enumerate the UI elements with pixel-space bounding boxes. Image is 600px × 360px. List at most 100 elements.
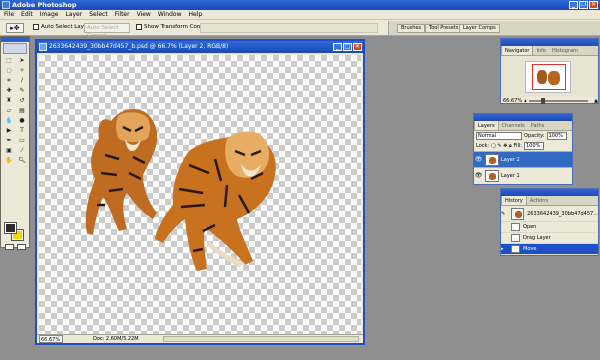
move-tool-icon[interactable]: ➤	[16, 56, 28, 65]
document-minimize-icon[interactable]: _	[333, 43, 342, 51]
navigator-thumbnail[interactable]	[525, 61, 571, 93]
tab-history[interactable]: History	[501, 196, 527, 205]
navigator-zoom-value[interactable]: 66.67%	[503, 98, 522, 104]
history-item-open[interactable]: Open	[501, 222, 598, 233]
gradient-tool-icon[interactable]: ▤	[16, 106, 28, 115]
standard-mode-icon[interactable]	[5, 244, 14, 250]
fill-field[interactable]: 100%	[524, 142, 544, 150]
auto-select-layer-option[interactable]: Auto Select Layer	[33, 24, 90, 30]
blur-tool-icon[interactable]: 💧	[3, 116, 15, 125]
auto-select-groups-option: Auto Select Groups	[84, 23, 130, 39]
menu-file[interactable]: File	[2, 10, 19, 19]
palette-well-tab-brushes[interactable]: Brushes	[397, 24, 426, 33]
auto-select-layer-label: Auto Select Layer	[41, 24, 90, 30]
dodge-tool-icon[interactable]: ●	[16, 116, 28, 125]
blend-mode-select[interactable]: Normal	[476, 132, 522, 140]
tab-layers[interactable]: Layers	[474, 121, 499, 130]
history-item-drag-layer[interactable]: Drag Layer	[501, 233, 598, 244]
show-transform-controls-checkbox[interactable]	[136, 24, 142, 30]
tab-histogram[interactable]: Histogram	[549, 46, 581, 55]
tab-actions[interactable]: Actions	[527, 196, 551, 205]
zoom-in-icon[interactable]: ▲	[594, 98, 598, 104]
layer-row-layer-1[interactable]: 👁︎ Layer 1	[474, 167, 572, 183]
clone-stamp-tool-icon[interactable]: ♜	[3, 96, 15, 105]
document-close-icon[interactable]: ✕	[353, 43, 362, 51]
minimize-icon[interactable]: _	[569, 1, 578, 9]
layers-panel-tabs: Layers Channels Paths	[474, 121, 572, 131]
history-state-icon	[511, 234, 520, 242]
palette-well-tab-layer-comps[interactable]: Layer Comps	[459, 24, 500, 33]
visibility-eye-icon[interactable]: 👁︎	[474, 156, 483, 163]
hand-tool-icon[interactable]: ✋	[3, 156, 15, 165]
document-size-info[interactable]: Doc: 2.60M/5.22M	[93, 335, 139, 343]
eyedropper-tool-icon[interactable]: ⁄	[16, 146, 28, 155]
menu-view[interactable]: View	[135, 10, 156, 19]
document-zoom-field[interactable]: 66.67%	[39, 335, 63, 343]
history-item-move[interactable]: ▸ Move	[501, 244, 598, 255]
history-snapshot[interactable]: ✎ 2633642439_30bb47d457...	[501, 206, 598, 222]
toolbox-header[interactable]	[1, 37, 29, 42]
document-window: 2633642439_30bb47d457_b.psd @ 66.7% (Lay…	[35, 39, 365, 345]
menu-layer[interactable]: Layer	[63, 10, 87, 19]
tab-info[interactable]: Info	[533, 46, 548, 55]
history-state-icon	[511, 223, 520, 231]
navigator-zoom-slider-handle[interactable]	[540, 97, 545, 104]
menu-select[interactable]: Select	[87, 10, 113, 19]
snapshot-label: 2633642439_30bb47d457...	[527, 210, 598, 217]
crop-tool-icon[interactable]: ⌗	[3, 76, 15, 85]
document-maximize-icon[interactable]: □	[343, 43, 352, 51]
layer-thumbnail	[485, 169, 499, 182]
menu-image[interactable]: Image	[38, 10, 64, 19]
navigator-zoom-slider[interactable]	[528, 97, 589, 104]
history-brush-tool-icon[interactable]: ↺	[16, 96, 28, 105]
menu-window[interactable]: Window	[156, 10, 187, 19]
menu-filter[interactable]: Filter	[113, 10, 135, 19]
navigator-view-box[interactable]	[532, 64, 566, 90]
navigator-panel-header[interactable]	[501, 39, 598, 46]
opacity-field[interactable]: 100%	[546, 132, 567, 140]
quick-mask-mode-icon[interactable]	[17, 244, 26, 250]
magic-wand-tool-icon[interactable]: ✧	[16, 66, 28, 75]
history-item-label: Open	[523, 224, 537, 230]
lock-icons[interactable]: ▢ ✎ ✥ 🔒︎	[491, 143, 512, 149]
horizontal-scrollbar[interactable]	[163, 336, 359, 342]
tab-channels[interactable]: Channels	[499, 121, 528, 130]
snapshot-thumbnail	[510, 207, 525, 220]
healing-brush-tool-icon[interactable]: ✚	[3, 86, 15, 95]
close-icon[interactable]: ✕	[589, 1, 598, 9]
layers-panel-header[interactable]	[474, 114, 572, 121]
palette-well-tab-tool-presets[interactable]: Tool Presets	[425, 24, 463, 33]
canvas[interactable]	[39, 55, 361, 334]
photoshop-logo-icon[interactable]	[3, 43, 27, 54]
document-title-bar[interactable]: 2633642439_30bb47d457_b.psd @ 66.7% (Lay…	[37, 41, 363, 53]
brush-tool-icon[interactable]: ✎	[16, 86, 28, 95]
move-tool-preset-icon[interactable]: ▸✥	[6, 23, 24, 33]
marquee-tool-icon[interactable]: ⬚	[3, 56, 15, 65]
tab-paths[interactable]: Paths	[528, 121, 548, 130]
eraser-tool-icon[interactable]: ▱	[3, 106, 15, 115]
foreground-color-swatch[interactable]	[4, 222, 17, 234]
history-panel-tabs: History Actions	[501, 196, 598, 206]
zoom-out-icon[interactable]: ▴	[524, 98, 527, 104]
auto-select-groups-label: Auto Select Groups	[87, 25, 119, 39]
notes-tool-icon[interactable]: ▣	[3, 146, 15, 155]
history-brush-source-icon[interactable]: ✎	[501, 211, 511, 217]
lasso-tool-icon[interactable]: ◌	[3, 66, 15, 75]
layer-row-layer-2[interactable]: 👁︎ Layer 2	[474, 151, 572, 167]
history-panel-header[interactable]	[501, 189, 598, 196]
zoom-tool-icon[interactable]: 🔍︎	[16, 156, 28, 165]
type-tool-icon[interactable]: T	[16, 126, 28, 135]
menu-help[interactable]: Help	[187, 10, 208, 19]
pen-tool-icon[interactable]: ✒	[3, 136, 15, 145]
menu-edit[interactable]: Edit	[19, 10, 38, 19]
auto-select-layer-checkbox[interactable]	[33, 24, 39, 30]
path-selection-tool-icon[interactable]: ▶	[3, 126, 15, 135]
history-panel: History Actions ✎ 2633642439_30bb47d457.…	[500, 188, 599, 256]
restore-icon[interactable]: ❐	[579, 1, 588, 9]
visibility-eye-icon[interactable]: 👁︎	[474, 172, 483, 179]
slice-tool-icon[interactable]: ∕	[16, 76, 28, 85]
shape-tool-icon[interactable]: ▭	[16, 136, 28, 145]
layer-name: Layer 1	[501, 172, 520, 179]
tab-navigator[interactable]: Navigator	[501, 46, 534, 55]
tool-grid: ⬚ ➤ ◌ ✧ ⌗ ∕ ✚ ✎ ♜ ↺ ▱ ▤ 💧 ● ▶ T ✒ ▭ ▣ ⁄ …	[1, 55, 29, 166]
